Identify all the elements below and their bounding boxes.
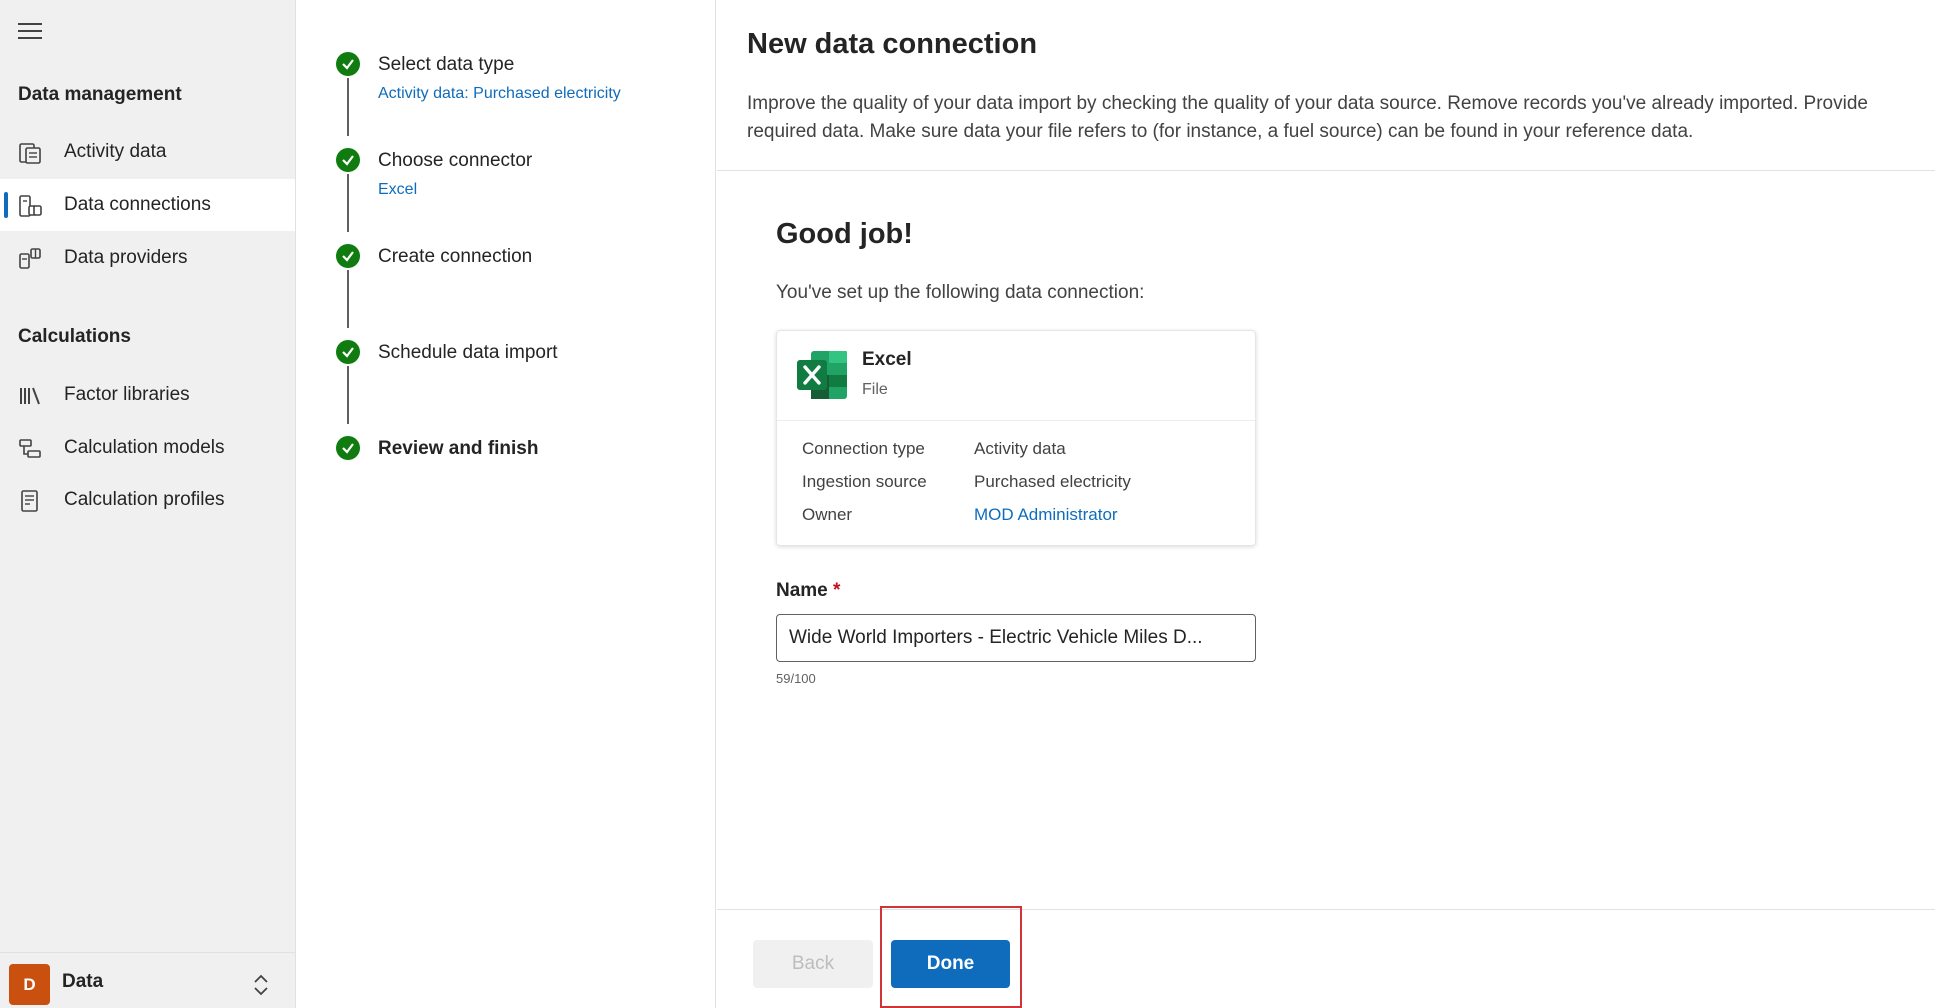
step-subtitle[interactable]: Activity data: Purchased electricity — [378, 85, 621, 103]
sidebar-item-calculation-profiles[interactable]: Calculation profiles — [0, 474, 295, 526]
sidebar-item-label: Calculation models — [64, 437, 225, 458]
row-label: Connection type — [802, 439, 925, 458]
setup-summary-text: You've set up the following data connect… — [776, 282, 1145, 303]
step-title[interactable]: Schedule data import — [378, 342, 558, 364]
required-marker: * — [833, 580, 841, 601]
sidebar-item-factor-libraries[interactable]: Factor libraries — [0, 369, 295, 421]
sidebar-item-label: Factor libraries — [64, 384, 190, 405]
calculation-profiles-icon — [21, 490, 38, 512]
row-value: Purchased electricity — [974, 472, 1131, 491]
step-connector — [347, 78, 349, 136]
area-name: Data — [62, 971, 104, 992]
connector-type: File — [862, 381, 888, 398]
step-complete-icon — [336, 244, 360, 268]
divider — [717, 170, 1935, 171]
chevron-up-down-icon — [254, 974, 268, 996]
connection-summary-card: Excel File Connection type Activity data… — [776, 330, 1256, 546]
step-connector — [347, 174, 349, 232]
left-navigation: Data management Activity data Data conne… — [0, 0, 296, 1008]
sidebar-item-calculation-models[interactable]: Calculation models — [0, 422, 295, 474]
step-title[interactable]: Create connection — [378, 246, 532, 268]
name-field-label: Name * — [776, 580, 840, 602]
done-button[interactable]: Done — [891, 940, 1010, 988]
page-title: New data connection — [747, 28, 1038, 60]
area-switcher[interactable]: D Data — [0, 952, 295, 1008]
section-title-data-management: Data management — [18, 84, 182, 105]
sidebar-item-label: Data providers — [64, 247, 188, 268]
area-avatar: D — [9, 964, 50, 1005]
wizard-stepper: Select data type Activity data: Purchase… — [297, 0, 716, 1008]
step-complete-icon — [336, 436, 360, 460]
card-header: Excel File — [777, 331, 1255, 421]
step-subtitle[interactable]: Excel — [378, 181, 417, 199]
calculation-models-icon — [19, 439, 41, 458]
sidebar-item-label: Data connections — [64, 194, 211, 215]
activity-data-icon — [19, 143, 41, 164]
step-complete-icon — [336, 52, 360, 76]
sidebar-item-label: Activity data — [64, 141, 167, 162]
name-input[interactable] — [776, 614, 1256, 662]
section-title-calculations: Calculations — [18, 326, 131, 347]
sidebar-item-activity-data[interactable]: Activity data — [0, 126, 295, 178]
step-complete-icon — [336, 340, 360, 364]
excel-icon — [797, 351, 847, 399]
step-complete-icon — [336, 148, 360, 172]
hamburger-menu-icon[interactable] — [18, 20, 44, 42]
connector-name: Excel — [862, 349, 912, 370]
row-label: Ingestion source — [802, 472, 927, 491]
row-label: Owner — [802, 505, 853, 524]
data-connections-icon — [19, 195, 42, 217]
library-icon — [20, 387, 40, 405]
main-panel: New data connection Improve the quality … — [717, 0, 1935, 1008]
sidebar-item-data-providers[interactable]: Data providers — [0, 232, 295, 284]
sidebar-item-data-connections[interactable]: Data connections — [0, 179, 295, 231]
sidebar-item-label: Calculation profiles — [64, 489, 225, 510]
step-connector — [347, 366, 349, 424]
row-value: Activity data — [974, 439, 1066, 458]
success-heading: Good job! — [776, 218, 913, 250]
page-description: Improve the quality of your data import … — [747, 93, 1868, 142]
step-connector — [347, 270, 349, 328]
step-title-current: Review and finish — [378, 438, 539, 459]
footer-divider — [717, 909, 1935, 910]
back-button[interactable]: Back — [753, 940, 873, 988]
character-count: 59/100 — [776, 671, 816, 686]
name-label-text: Name — [776, 580, 828, 601]
data-providers-icon — [19, 248, 41, 269]
step-title[interactable]: Choose connector — [378, 150, 532, 172]
owner-link[interactable]: MOD Administrator — [974, 505, 1118, 525]
step-title[interactable]: Select data type — [378, 54, 514, 76]
